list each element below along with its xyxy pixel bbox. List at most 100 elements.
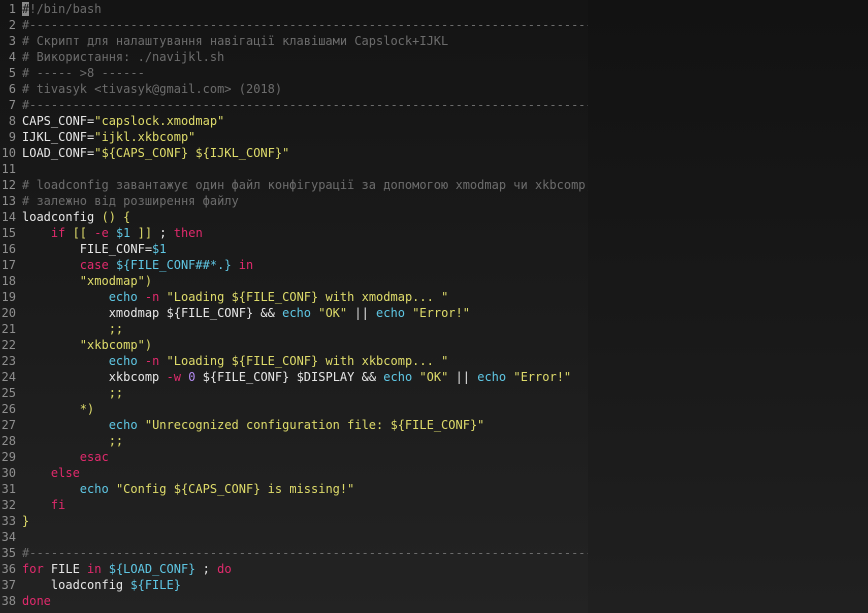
code-line[interactable]: 15 if [[ -e $1 ]] ; then xyxy=(0,225,588,241)
code-token: "xkbcomp") xyxy=(79,338,153,352)
line-content[interactable]: fi xyxy=(22,497,65,513)
line-content[interactable]: ;; xyxy=(22,433,123,449)
code-token: else xyxy=(50,466,80,480)
line-content[interactable]: echo "Unrecognized configuration file: $… xyxy=(22,417,485,433)
code-area[interactable]: 1 #!/bin/bash 2 #--------------------------… xyxy=(0,1,588,609)
line-content[interactable]: #---------------------------------------… xyxy=(22,97,588,113)
code-line[interactable]: 16 FILE_CONF=$1 xyxy=(0,241,588,257)
line-content[interactable]: else xyxy=(22,465,80,481)
line-content[interactable]: loadconfig ${FILE} xyxy=(22,577,181,593)
code-line[interactable]: 11 xyxy=(0,161,588,177)
line-content[interactable]: # ----- >8 ------ xyxy=(22,65,145,81)
line-content[interactable]: xmodmap ${FILE_CONF} && echo "OK" || ech… xyxy=(22,305,470,321)
code-line[interactable]: 27 echo "Unrecognized configuration file… xyxy=(0,417,588,433)
code-line[interactable]: 3 # Скрипт для налаштування навігації кла… xyxy=(0,33,588,49)
line-content[interactable]: for FILE in ${LOAD_CONF} ; do xyxy=(22,561,232,577)
code-line[interactable]: 10 LOAD_CONF="${CAPS_CONF} ${IJKL_CONF}" xyxy=(0,145,588,161)
line-content[interactable]: done xyxy=(22,593,51,609)
code-line[interactable]: 6 # tivasyk <tivasyk@gmail.com> (2018) xyxy=(0,81,588,97)
code-token: xmodmap ${FILE_CONF} && xyxy=(22,306,283,320)
code-line[interactable]: 23 echo -n "Loading ${FILE_CONF} with xk… xyxy=(0,353,588,369)
code-line[interactable]: 26 *) xyxy=(0,401,588,417)
line-content[interactable]: "xmodmap") xyxy=(22,273,152,289)
code-line[interactable]: 25 ;; xyxy=(0,385,588,401)
code-token: echo xyxy=(282,306,311,320)
code-line[interactable]: 22 "xkbcomp") xyxy=(0,337,588,353)
line-content[interactable]: # залежно від розширення файлу xyxy=(22,193,239,209)
code-token: FILE xyxy=(43,562,88,576)
code-line[interactable]: 38 done xyxy=(0,593,588,609)
line-number: 18 xyxy=(1,274,16,288)
code-line[interactable]: 4 # Використання: ./navijkl.sh xyxy=(0,49,588,65)
line-content[interactable]: echo -n "Loading ${FILE_CONF} with xmodm… xyxy=(22,289,449,305)
code-line[interactable]: 18 "xmodmap") xyxy=(0,273,588,289)
code-line[interactable]: 29 esac xyxy=(0,449,588,465)
line-number: 9 xyxy=(8,130,16,144)
code-token: ; xyxy=(195,562,218,576)
line-content[interactable]: # Скрипт для налаштування навігації клав… xyxy=(22,33,448,49)
line-content[interactable]: # tivasyk <tivasyk@gmail.com> (2018) xyxy=(22,81,282,97)
line-number: 31 xyxy=(1,482,16,496)
empty-split-pane[interactable] xyxy=(588,0,868,613)
code-line[interactable]: 33} xyxy=(0,513,588,529)
line-content[interactable]: } xyxy=(22,513,29,529)
line-content[interactable]: ;; xyxy=(22,385,123,401)
line-content[interactable]: esac xyxy=(22,449,109,465)
code-line[interactable]: 17 case ${FILE_CONF##*.} in xyxy=(0,257,588,273)
line-content[interactable]: xkbcomp -w 0 ${FILE_CONF} $DISPLAY && ec… xyxy=(22,369,571,385)
code-line[interactable]: 13 # залежно від розширення файлу xyxy=(0,193,588,209)
line-content[interactable]: # Використання: ./navijkl.sh xyxy=(22,49,224,65)
line-content[interactable]: #!/bin/bash xyxy=(22,1,101,17)
code-line[interactable]: 34 xyxy=(0,529,588,545)
code-token: IJKL_CONF= xyxy=(22,130,95,144)
code-line[interactable]: 1 #!/bin/bash xyxy=(0,1,588,17)
line-content[interactable]: #---------------------------------------… xyxy=(22,545,588,561)
code-line[interactable]: 5 # ----- >8 ------ xyxy=(0,65,588,81)
code-token: xkbcomp xyxy=(22,370,167,384)
code-line[interactable]: 20 xmodmap ${FILE_CONF} && echo "OK" || … xyxy=(0,305,588,321)
line-content[interactable]: # loadconfig завантажує один файл конфіг… xyxy=(22,177,588,193)
code-line[interactable]: 31 echo "Config ${CAPS_CONF} is missing!… xyxy=(0,481,588,497)
code-line[interactable]: 24 xkbcomp -w 0 ${FILE_CONF} $DISPLAY &&… xyxy=(0,369,588,385)
code-line[interactable]: 32 fi xyxy=(0,497,588,513)
line-content[interactable]: case ${FILE_CONF##*.} in xyxy=(22,257,253,273)
code-token: "Config ${CAPS_CONF} is missing!" xyxy=(115,482,355,496)
line-content[interactable]: *) xyxy=(22,401,94,417)
code-line[interactable]: 21 ;; xyxy=(0,321,588,337)
code-line[interactable]: 35 #-------------------------------------… xyxy=(0,545,588,561)
code-line[interactable]: 9 IJKL_CONF="ijkl.xkbcomp" xyxy=(0,129,588,145)
line-content[interactable]: echo "Config ${CAPS_CONF} is missing!" xyxy=(22,481,355,497)
line-content[interactable]: loadconfig () { xyxy=(22,209,130,225)
code-line[interactable]: 2 #--------------------------------------… xyxy=(0,17,588,33)
code-line[interactable]: 8 CAPS_CONF="capslock.xmodmap" xyxy=(0,113,588,129)
code-line[interactable]: 30 else xyxy=(0,465,588,481)
code-line[interactable]: 7 #--------------------------------------… xyxy=(0,97,588,113)
code-line[interactable]: 36 for FILE in ${LOAD_CONF} ; do xyxy=(0,561,588,577)
code-line[interactable]: 19 echo -n "Loading ${FILE_CONF} with xm… xyxy=(0,289,588,305)
line-number: 25 xyxy=(1,386,16,400)
code-line[interactable]: 28 ;; xyxy=(0,433,588,449)
code-token: # ----- >8 ------ xyxy=(22,66,145,80)
line-content[interactable]: ;; xyxy=(22,321,123,337)
line-content[interactable]: echo -n "Loading ${FILE_CONF} with xkbco… xyxy=(22,353,449,369)
code-editor[interactable]: 1 #!/bin/bash 2 #--------------------------… xyxy=(0,0,868,613)
code-line[interactable]: 14 loadconfig () { xyxy=(0,209,588,225)
line-content[interactable]: CAPS_CONF="capslock.xmodmap" xyxy=(22,113,224,129)
code-token: ${LOAD_CONF} xyxy=(108,562,196,576)
line-content[interactable]: #---------------------------------------… xyxy=(22,17,588,33)
line-content[interactable]: IJKL_CONF="ijkl.xkbcomp" xyxy=(22,129,195,145)
code-token: !/bin/bash xyxy=(29,2,102,16)
line-number: 1 xyxy=(8,2,16,16)
code-token: $1 xyxy=(115,226,131,240)
line-content[interactable]: LOAD_CONF="${CAPS_CONF} ${IJKL_CONF}" xyxy=(22,145,289,161)
code-token: *) xyxy=(79,402,95,416)
line-content[interactable]: FILE_CONF=$1 xyxy=(22,241,167,257)
code-line[interactable]: 37 loadconfig ${FILE} xyxy=(0,577,588,593)
line-content[interactable]: "xkbcomp") xyxy=(22,337,152,353)
code-line[interactable]: 12 # loadconfig завантажує один файл конф… xyxy=(0,177,588,193)
line-content[interactable]: if [[ -e $1 ]] ; then xyxy=(22,225,203,241)
